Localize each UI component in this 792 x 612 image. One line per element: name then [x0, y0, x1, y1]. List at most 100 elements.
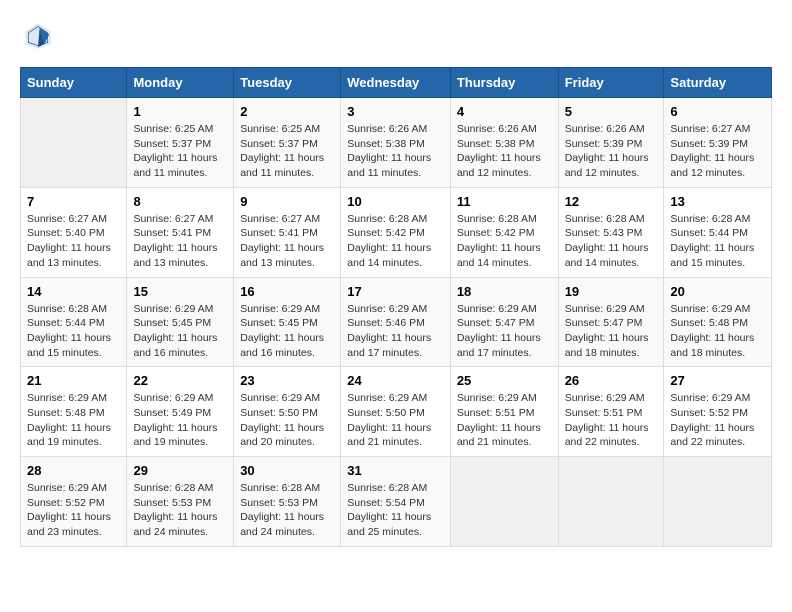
calendar-cell: 7 Sunrise: 6:27 AMSunset: 5:40 PMDaylight…	[21, 187, 127, 277]
weekday-header-thursday: Thursday	[450, 68, 558, 98]
day-number: 29	[133, 463, 227, 478]
day-info: Sunrise: 6:25 AMSunset: 5:37 PMDaylight:…	[240, 122, 334, 181]
day-number: 11	[457, 194, 552, 209]
day-info: Sunrise: 6:26 AMSunset: 5:38 PMDaylight:…	[347, 122, 444, 181]
day-info: Sunrise: 6:28 AMSunset: 5:53 PMDaylight:…	[133, 481, 227, 540]
day-number: 17	[347, 284, 444, 299]
day-info: Sunrise: 6:26 AMSunset: 5:39 PMDaylight:…	[565, 122, 658, 181]
day-number: 26	[565, 373, 658, 388]
calendar-cell: 31Sunrise: 6:28 AMSunset: 5:54 PMDayligh…	[341, 457, 451, 547]
day-number: 18	[457, 284, 552, 299]
day-number: 3	[347, 104, 444, 119]
calendar-cell: 1 Sunrise: 6:25 AMSunset: 5:37 PMDaylight…	[127, 98, 234, 188]
day-info: Sunrise: 6:28 AMSunset: 5:44 PMDaylight:…	[27, 302, 120, 361]
calendar-cell: 27 Sunrise: 6:29 AMSunset: 5:52 PMDayligh…	[664, 367, 772, 457]
calendar-cell: 4Sunrise: 6:26 AMSunset: 5:38 PMDaylight…	[450, 98, 558, 188]
day-info: Sunrise: 6:29 AMSunset: 5:51 PMDaylight:…	[565, 391, 658, 450]
logo	[20, 20, 54, 57]
day-info: Sunrise: 6:29 AMSunset: 5:50 PMDaylight:…	[240, 391, 334, 450]
calendar-header: SundayMondayTuesdayWednesdayThursdayFrid…	[21, 68, 772, 98]
day-number: 22	[133, 373, 227, 388]
day-number: 9	[240, 194, 334, 209]
day-info: Sunrise: 6:29 AMSunset: 5:52 PMDaylight:…	[670, 391, 765, 450]
day-info: Sunrise: 6:28 AMSunset: 5:42 PMDaylight:…	[347, 212, 444, 271]
day-number: 31	[347, 463, 444, 478]
calendar-cell: 25 Sunrise: 6:29 AMSunset: 5:51 PMDayligh…	[450, 367, 558, 457]
day-number: 15	[133, 284, 227, 299]
day-number: 30	[240, 463, 334, 478]
weekday-header-sunday: Sunday	[21, 68, 127, 98]
day-info: Sunrise: 6:29 AMSunset: 5:51 PMDaylight:…	[457, 391, 552, 450]
day-info: Sunrise: 6:29 AMSunset: 5:46 PMDaylight:…	[347, 302, 444, 361]
day-number: 21	[27, 373, 120, 388]
day-info: Sunrise: 6:29 AMSunset: 5:49 PMDaylight:…	[133, 391, 227, 450]
day-info: Sunrise: 6:28 AMSunset: 5:44 PMDaylight:…	[670, 212, 765, 271]
calendar-cell: 13 Sunrise: 6:28 AMSunset: 5:44 PMDayligh…	[664, 187, 772, 277]
day-number: 2	[240, 104, 334, 119]
day-number: 5	[565, 104, 658, 119]
calendar-cell	[558, 457, 664, 547]
day-number: 8	[133, 194, 227, 209]
weekday-header-tuesday: Tuesday	[234, 68, 341, 98]
day-number: 24	[347, 373, 444, 388]
calendar-table: SundayMondayTuesdayWednesdayThursdayFrid…	[20, 67, 772, 547]
calendar-cell: 28 Sunrise: 6:29 AMSunset: 5:52 PMDayligh…	[21, 457, 127, 547]
calendar-cell: 9 Sunrise: 6:27 AMSunset: 5:41 PMDaylight…	[234, 187, 341, 277]
calendar-cell: 3 Sunrise: 6:26 AMSunset: 5:38 PMDaylight…	[341, 98, 451, 188]
day-info: Sunrise: 6:27 AMSunset: 5:39 PMDaylight:…	[670, 122, 765, 181]
day-info: Sunrise: 6:28 AMSunset: 5:43 PMDaylight:…	[565, 212, 658, 271]
day-number: 16	[240, 284, 334, 299]
day-info: Sunrise: 6:27 AMSunset: 5:40 PMDaylight:…	[27, 212, 120, 271]
calendar-week-5: 28 Sunrise: 6:29 AMSunset: 5:52 PMDayligh…	[21, 457, 772, 547]
day-number: 14	[27, 284, 120, 299]
day-number: 1	[133, 104, 227, 119]
day-number: 4	[457, 104, 552, 119]
calendar-cell: 20Sunrise: 6:29 AMSunset: 5:48 PMDayligh…	[664, 277, 772, 367]
calendar-cell: 17 Sunrise: 6:29 AMSunset: 5:46 PMDayligh…	[341, 277, 451, 367]
calendar-cell: 15 Sunrise: 6:29 AMSunset: 5:45 PMDayligh…	[127, 277, 234, 367]
calendar-cell: 2 Sunrise: 6:25 AMSunset: 5:37 PMDaylight…	[234, 98, 341, 188]
day-info: Sunrise: 6:29 AMSunset: 5:45 PMDaylight:…	[133, 302, 227, 361]
calendar-cell: 21 Sunrise: 6:29 AMSunset: 5:48 PMDayligh…	[21, 367, 127, 457]
day-info: Sunrise: 6:29 AMSunset: 5:48 PMDaylight:…	[670, 302, 765, 361]
day-number: 23	[240, 373, 334, 388]
weekday-header-row: SundayMondayTuesdayWednesdayThursdayFrid…	[21, 68, 772, 98]
day-info: Sunrise: 6:27 AMSunset: 5:41 PMDaylight:…	[240, 212, 334, 271]
calendar-cell: 10 Sunrise: 6:28 AMSunset: 5:42 PMDayligh…	[341, 187, 451, 277]
day-number: 7	[27, 194, 120, 209]
day-number: 10	[347, 194, 444, 209]
calendar-cell: 14 Sunrise: 6:28 AMSunset: 5:44 PMDayligh…	[21, 277, 127, 367]
calendar-week-1: 1 Sunrise: 6:25 AMSunset: 5:37 PMDaylight…	[21, 98, 772, 188]
weekday-header-monday: Monday	[127, 68, 234, 98]
day-info: Sunrise: 6:27 AMSunset: 5:41 PMDaylight:…	[133, 212, 227, 271]
day-info: Sunrise: 6:29 AMSunset: 5:50 PMDaylight:…	[347, 391, 444, 450]
calendar-cell: 23 Sunrise: 6:29 AMSunset: 5:50 PMDayligh…	[234, 367, 341, 457]
calendar-cell: 24 Sunrise: 6:29 AMSunset: 5:50 PMDayligh…	[341, 367, 451, 457]
calendar-cell: 16 Sunrise: 6:29 AMSunset: 5:45 PMDayligh…	[234, 277, 341, 367]
calendar-week-3: 14 Sunrise: 6:28 AMSunset: 5:44 PMDayligh…	[21, 277, 772, 367]
calendar-cell	[450, 457, 558, 547]
day-number: 13	[670, 194, 765, 209]
day-info: Sunrise: 6:29 AMSunset: 5:48 PMDaylight:…	[27, 391, 120, 450]
calendar-cell: 8 Sunrise: 6:27 AMSunset: 5:41 PMDaylight…	[127, 187, 234, 277]
calendar-cell: 18Sunrise: 6:29 AMSunset: 5:47 PMDayligh…	[450, 277, 558, 367]
header	[20, 20, 772, 57]
day-number: 25	[457, 373, 552, 388]
calendar-cell	[21, 98, 127, 188]
calendar-body: 1 Sunrise: 6:25 AMSunset: 5:37 PMDaylight…	[21, 98, 772, 547]
day-info: Sunrise: 6:29 AMSunset: 5:45 PMDaylight:…	[240, 302, 334, 361]
day-info: Sunrise: 6:29 AMSunset: 5:47 PMDaylight:…	[565, 302, 658, 361]
day-number: 12	[565, 194, 658, 209]
calendar-week-2: 7 Sunrise: 6:27 AMSunset: 5:40 PMDaylight…	[21, 187, 772, 277]
logo-icon	[22, 20, 54, 52]
calendar-cell: 30Sunrise: 6:28 AMSunset: 5:53 PMDayligh…	[234, 457, 341, 547]
day-number: 28	[27, 463, 120, 478]
day-info: Sunrise: 6:25 AMSunset: 5:37 PMDaylight:…	[133, 122, 227, 181]
calendar-cell: 26 Sunrise: 6:29 AMSunset: 5:51 PMDayligh…	[558, 367, 664, 457]
day-info: Sunrise: 6:29 AMSunset: 5:52 PMDaylight:…	[27, 481, 120, 540]
calendar-week-4: 21 Sunrise: 6:29 AMSunset: 5:48 PMDayligh…	[21, 367, 772, 457]
day-number: 19	[565, 284, 658, 299]
calendar-cell: 11Sunrise: 6:28 AMSunset: 5:42 PMDayligh…	[450, 187, 558, 277]
day-number: 27	[670, 373, 765, 388]
weekday-header-wednesday: Wednesday	[341, 68, 451, 98]
